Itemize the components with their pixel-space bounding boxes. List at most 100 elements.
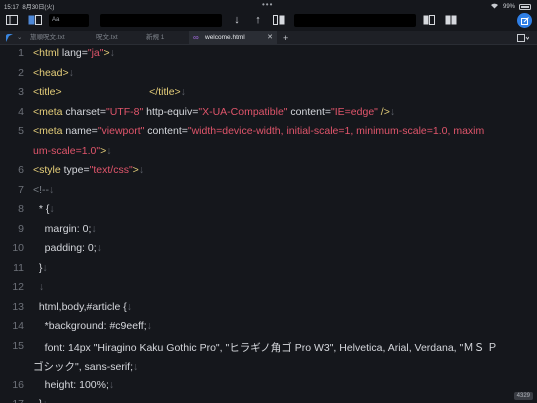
line-number: 13 bbox=[12, 300, 24, 313]
code-token: ↓ bbox=[389, 105, 396, 118]
code-token: "ja" bbox=[87, 47, 104, 59]
code-token: } bbox=[33, 261, 43, 274]
code-token: lang= bbox=[61, 47, 88, 59]
multitask-dots-icon[interactable]: ••• bbox=[262, 0, 273, 9]
tab-bar: ⌄ 旅順呪文.txt 呪文.txt 新規 1 ∞ welcome.html ✕ … bbox=[0, 31, 537, 45]
code-text: }↓ bbox=[33, 262, 48, 274]
code-token: ↓ bbox=[68, 66, 74, 79]
code-token: <meta bbox=[33, 125, 66, 137]
code-token: ↓ bbox=[133, 361, 139, 373]
battery-icon bbox=[519, 3, 531, 10]
code-token: "width=device-width, initial-scale=1, mi… bbox=[187, 125, 485, 137]
code-token: font: 14px "Hiragino Kaku Gothic Pro", "… bbox=[33, 341, 498, 354]
code-text: <meta charset="UTF-8" http-equiv="X-UA-C… bbox=[33, 106, 395, 118]
code-token: name= bbox=[65, 125, 98, 137]
code-text: }↓ bbox=[33, 398, 48, 403]
view-options-icon[interactable] bbox=[517, 31, 533, 45]
tab-3[interactable]: 新規 1 bbox=[146, 31, 186, 45]
battery-percent: 99% bbox=[502, 3, 515, 10]
search-input[interactable] bbox=[100, 14, 222, 27]
line-number: 5 bbox=[18, 125, 24, 137]
replace-all-icon[interactable] bbox=[444, 14, 458, 26]
line-number: 6 bbox=[18, 164, 24, 176]
split-view-icon[interactable] bbox=[28, 14, 42, 26]
app-logo-icon[interactable] bbox=[4, 31, 18, 45]
code-token: *background: #c9eeff; bbox=[33, 320, 147, 332]
arrow-up-icon[interactable]: ↑ bbox=[252, 13, 264, 27]
code-text: margin: 0;↓ bbox=[33, 223, 97, 235]
code-token: <meta bbox=[33, 105, 66, 118]
tab-welcome-html[interactable]: ∞ welcome.html ✕ bbox=[189, 31, 277, 45]
code-text: <style type="text/css">↓ bbox=[33, 164, 144, 176]
code-token: ↓ bbox=[109, 47, 115, 59]
code-token: html,body,#article { bbox=[33, 300, 127, 313]
tab-menu-icon[interactable]: ⌄ bbox=[17, 31, 25, 45]
line-number: 2 bbox=[18, 66, 24, 79]
code-token: } bbox=[33, 398, 43, 403]
code-token: "IE=edge" bbox=[331, 105, 378, 118]
code-token: ↓ bbox=[108, 378, 115, 391]
code-token: "X-UA-Compatible" bbox=[198, 105, 288, 118]
code-token: <html bbox=[33, 47, 62, 59]
code-token: ↓ bbox=[42, 398, 47, 403]
tab-2[interactable]: 呪文.txt bbox=[96, 31, 140, 45]
code-editor[interactable]: 1 <html lang="ja">↓ 2 <head>↓ 3 <title> </tit… bbox=[0, 45, 537, 403]
status-right: 99% bbox=[490, 2, 531, 11]
replace-input[interactable] bbox=[294, 14, 416, 27]
line-number: 8 bbox=[18, 203, 24, 215]
infinity-icon: ∞ bbox=[193, 33, 199, 42]
code-text: height: 100%;↓ bbox=[33, 379, 114, 391]
line-number: 10 bbox=[12, 242, 24, 254]
code-text: font: 14px "Hiragino Kaku Gothic Pro", "… bbox=[33, 340, 498, 355]
code-text: <meta name="viewport" content="width=dev… bbox=[33, 125, 484, 137]
sidebar-icon[interactable] bbox=[6, 14, 18, 26]
code-token: content= bbox=[144, 125, 188, 137]
replace-icon[interactable] bbox=[272, 14, 286, 26]
font-size-box[interactable]: Aa bbox=[49, 14, 89, 27]
code-token: charset= bbox=[65, 105, 106, 118]
arrow-down-icon[interactable]: ↓ bbox=[231, 13, 243, 27]
code-text: <head>↓ bbox=[33, 67, 74, 79]
code-text: <html lang="ja">↓ bbox=[33, 47, 115, 59]
line-number: 9 bbox=[18, 222, 24, 235]
line-number: 16 bbox=[12, 378, 24, 391]
tab-1[interactable]: 旅順呪文.txt bbox=[30, 31, 90, 45]
code-token: ↓ bbox=[49, 203, 55, 215]
code-token: ↓ bbox=[180, 86, 186, 98]
line-number: 7 bbox=[18, 183, 24, 196]
code-token: <title> bbox=[33, 86, 62, 98]
code-token: ↓ bbox=[126, 300, 133, 313]
code-token: ↓ bbox=[146, 320, 152, 332]
code-token: <head> bbox=[33, 66, 69, 79]
code-text: html,body,#article {↓ bbox=[33, 301, 132, 313]
code-token: http-equiv= bbox=[143, 105, 199, 118]
code-token: height: 100%; bbox=[33, 378, 109, 391]
code-token: ↓ bbox=[96, 242, 102, 254]
code-text: * {↓ bbox=[33, 203, 55, 215]
code-token: margin: 0; bbox=[33, 222, 92, 235]
compose-icon[interactable] bbox=[517, 13, 532, 28]
status-bar: 15:17 8月30日(火) ••• 99% bbox=[0, 0, 537, 11]
code-token: content= bbox=[287, 105, 332, 118]
code-token: padding: 0; bbox=[33, 242, 97, 254]
code-text: um-scale=1.0">↓ bbox=[33, 145, 111, 157]
line-number: 15 bbox=[12, 339, 24, 352]
close-icon[interactable]: ✕ bbox=[267, 31, 273, 45]
code-token: <style bbox=[33, 164, 64, 176]
code-token: ↓ bbox=[91, 222, 97, 235]
wifi-icon bbox=[490, 2, 499, 11]
code-token: ↓ bbox=[42, 261, 48, 274]
toolbar: Aa ↓ ↑ bbox=[0, 11, 537, 30]
code-token: ゴシック", sans-serif; bbox=[33, 361, 133, 373]
add-tab-icon[interactable]: + bbox=[283, 31, 293, 45]
code-token: "text/css" bbox=[89, 164, 133, 176]
replace-one-icon[interactable] bbox=[422, 14, 436, 26]
line-number: 12 bbox=[12, 281, 24, 293]
code-token: "viewport" bbox=[97, 125, 145, 137]
line-number: 17 bbox=[0, 398, 24, 403]
code-token: "UTF-8" bbox=[105, 105, 144, 118]
code-token: <!-- bbox=[33, 183, 50, 196]
line-number: 11 bbox=[13, 261, 24, 274]
line-number: 14 bbox=[12, 320, 24, 332]
